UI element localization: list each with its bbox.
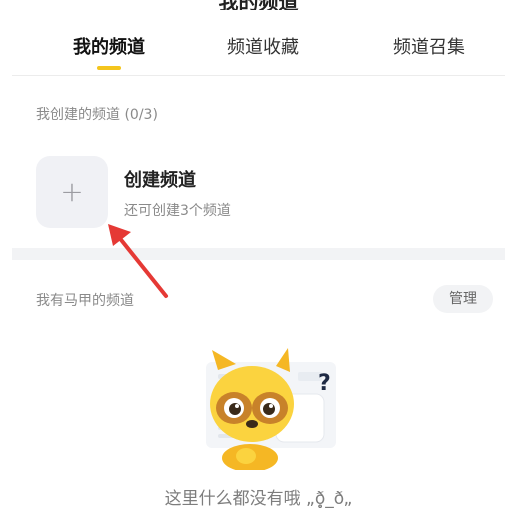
- section-title-created-channels: 我创建的频道 (0/3): [36, 107, 158, 123]
- tab-bar: 我的频道 频道收藏 频道召集: [12, 28, 505, 76]
- svg-text:?: ?: [318, 371, 331, 396]
- section-title-alt-channels: 我有马甲的频道: [36, 293, 134, 309]
- manage-button[interactable]: 管理: [433, 285, 493, 313]
- active-tab-indicator: [97, 66, 121, 70]
- tab-channel-favorites[interactable]: 频道收藏: [198, 28, 328, 76]
- tab-my-channels[interactable]: 我的频道: [44, 28, 174, 76]
- tab-label: 频道召集: [393, 37, 465, 58]
- create-channel-button[interactable]: +: [36, 156, 108, 228]
- create-channel-quota: 还可创建3个频道: [124, 203, 231, 219]
- page-title: 我的频道: [0, 0, 517, 10]
- create-channel-title[interactable]: 创建频道: [124, 166, 196, 192]
- header-bar: 我的频道: [0, 0, 517, 10]
- section-divider: [12, 248, 505, 260]
- tab-label: 我的频道: [73, 37, 145, 58]
- raccoon-question-illustration: ?: [206, 348, 336, 470]
- empty-state-text: 这里什么都没有哦 „ð̥̥̥̥_ð„: [164, 489, 353, 509]
- plus-icon: +: [60, 175, 84, 208]
- tab-label: 频道收藏: [227, 37, 299, 58]
- tab-channel-recruit[interactable]: 频道召集: [364, 28, 494, 76]
